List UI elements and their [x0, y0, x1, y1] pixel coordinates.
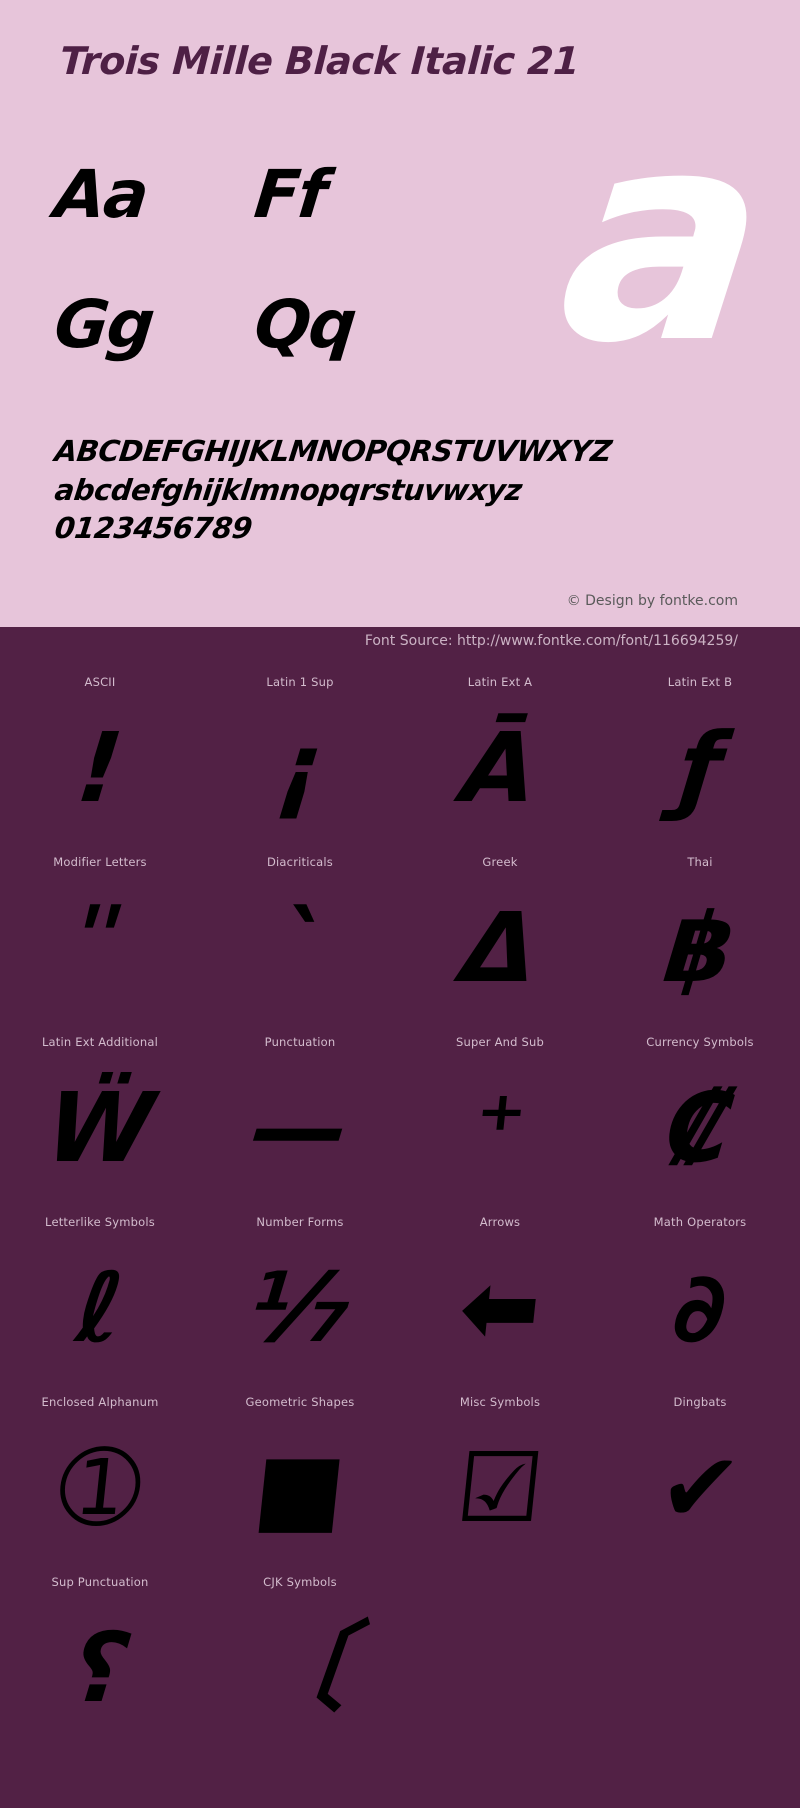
- letter-pair-grid: Aa Ff Gg Qq: [51, 156, 455, 420]
- unicode-block-cell: Latin Ext Additional Ẅ: [0, 1035, 200, 1215]
- unicode-block-label: Latin Ext A: [467, 675, 533, 689]
- unicode-block-glyph: ⁺: [468, 1072, 532, 1184]
- unicode-block-glyph: Ā: [456, 712, 544, 824]
- unicode-block-glyph: ƒ: [673, 712, 727, 824]
- unicode-block-label: CJK Symbols: [263, 1575, 337, 1589]
- watermark-glyph: a: [546, 70, 776, 407]
- font-source-link[interactable]: Font Source: http://www.fontke.com/font/…: [365, 633, 738, 649]
- alphabet-lowercase: abcdefghijklmnopqrstuvwxyz: [52, 472, 524, 507]
- unicode-block-label: Number Forms: [256, 1215, 344, 1229]
- unicode-block-cell: Math Operators ∂: [600, 1215, 800, 1395]
- unicode-block-glyph: ☑: [451, 1432, 549, 1544]
- unicode-block-cell: CJK Symbols 〔: [200, 1575, 400, 1755]
- unicode-block-glyph: —: [246, 1072, 354, 1184]
- unicode-block-glyph: ₡: [660, 1072, 740, 1184]
- unicode-block-label: Sup Punctuation: [51, 1575, 149, 1589]
- unicode-block-grid: ASCII! Latin 1 Sup ¡ Latin Ext A Ā Latin Ext …: [0, 661, 800, 1755]
- unicode-block-cell: Arrows ⬅: [400, 1215, 600, 1395]
- specimen-panel: Trois Mille Black Italic 21 Aa Ff Gg Qq …: [0, 0, 800, 627]
- letter-pair-ff: Ff: [250, 156, 329, 233]
- unicode-block-row: Modifier Letters ʺ Diacriticals ` Greek Δ Thai…: [0, 855, 800, 1035]
- unicode-block-label: Latin Ext Additional: [41, 1035, 159, 1049]
- unicode-block-label: Math Operators: [653, 1215, 747, 1229]
- design-credit: © Design by fontke.com: [566, 593, 738, 609]
- unicode-block-glyph: ℓ: [71, 1252, 129, 1364]
- unicode-block-label: Currency Symbols: [646, 1035, 754, 1049]
- unicode-block-label: Super And Sub: [456, 1035, 544, 1049]
- unicode-block-cell-empty: [400, 1575, 600, 1755]
- unicode-block-label: Greek: [482, 855, 518, 869]
- unicode-block-cell: Modifier Letters ʺ: [0, 855, 200, 1035]
- unicode-block-row: Sup Punctuation ⸮ CJK Symbols 〔: [0, 1575, 800, 1755]
- unicode-block-label: Punctuation: [264, 1035, 336, 1049]
- unicode-block-label: Misc Symbols: [459, 1395, 541, 1409]
- unicode-block-glyph: ⸮: [66, 1612, 134, 1724]
- unicode-block-glyph: ■: [248, 1432, 352, 1544]
- unicode-block-glyph: ʺ: [69, 892, 131, 1004]
- unicode-block-glyph: ∂: [668, 1252, 732, 1364]
- unicode-block-cell: Number Forms ⅐: [200, 1215, 400, 1395]
- letter-pair-qq: Qq: [250, 286, 359, 363]
- unicode-block-label: Enclosed Alphanum: [41, 1395, 159, 1409]
- unicode-block-glyph: 〔: [246, 1612, 354, 1724]
- unicode-block-cell: ASCII!: [0, 675, 200, 855]
- unicode-block-cell: Diacriticals `: [200, 855, 400, 1035]
- unicode-block-glyph: ➀: [53, 1432, 147, 1544]
- unicode-block-cell: Letterlike Symbols ℓ: [0, 1215, 200, 1395]
- unicode-block-cell: Super And Sub ⁺: [400, 1035, 600, 1215]
- font-title: Trois Mille Black Italic 21: [58, 39, 581, 83]
- alphabet-block: ABCDEFGHIJKLMNOPQRSTUVWXYZ abcdefghijklm…: [52, 432, 755, 548]
- letter-pair-aa: Aa: [50, 156, 151, 233]
- unicode-block-glyph: Ẅ: [41, 1072, 159, 1184]
- unicode-block-label: Diacriticals: [266, 855, 333, 869]
- unicode-block-label: Dingbats: [673, 1395, 727, 1409]
- unicode-block-row: Latin Ext Additional Ẅ Punctuation — Super A…: [0, 1035, 800, 1215]
- unicode-block-glyph: `: [270, 892, 330, 1004]
- unicode-block-label: Modifier Letters: [53, 855, 147, 869]
- unicode-block-label: Letterlike Symbols: [45, 1215, 155, 1229]
- letter-pair-row: Gg Qq: [51, 286, 455, 420]
- unicode-block-glyph: ⅐: [244, 1252, 356, 1364]
- unicode-block-glyph: ฿: [660, 892, 740, 1004]
- alphabet-uppercase: ABCDEFGHIJKLMNOPQRSTUVWXYZ: [52, 434, 614, 468]
- unicode-block-cell-empty: [600, 1575, 800, 1755]
- unicode-block-cell: Greek Δ: [400, 855, 600, 1035]
- unicode-block-cell: Currency Symbols ₡: [600, 1035, 800, 1215]
- unicode-block-cell: Latin 1 Sup ¡: [200, 675, 400, 855]
- unicode-block-label: Latin 1 Sup: [266, 675, 334, 689]
- unicode-block-label: ASCII: [84, 675, 116, 689]
- unicode-block-cell: Latin Ext A Ā: [400, 675, 600, 855]
- unicode-block-cell: Dingbats ✔: [600, 1395, 800, 1575]
- unicode-block-glyph: ¡: [272, 712, 328, 824]
- unicode-block-row: Letterlike Symbols ℓ Number Forms ⅐ Arrows ⬅ M…: [0, 1215, 800, 1395]
- unicode-block-label: Arrows: [479, 1215, 521, 1229]
- unicode-block-glyph: Δ: [456, 892, 544, 1004]
- unicode-block-glyph: ⬅: [453, 1252, 547, 1364]
- unicode-block-glyph: ✔: [653, 1432, 747, 1544]
- unicode-block-label: Geometric Shapes: [245, 1395, 355, 1409]
- unicode-block-label: Latin Ext B: [667, 675, 733, 689]
- alphabet-digits: 0123456789: [52, 511, 254, 546]
- unicode-block-cell: Punctuation —: [200, 1035, 400, 1215]
- font-source-bar: Font Source: http://www.fontke.com/font/…: [0, 627, 800, 661]
- unicode-block-cell: Enclosed Alphanum ➀: [0, 1395, 200, 1575]
- unicode-block-cell: Thai ฿: [600, 855, 800, 1035]
- unicode-block-cell: Geometric Shapes ■: [200, 1395, 400, 1575]
- unicode-block-glyph: !: [72, 712, 128, 824]
- letter-pair-gg: Gg: [50, 286, 157, 363]
- unicode-block-row: Enclosed Alphanum ➀ Geometric Shapes ■ Misc …: [0, 1395, 800, 1575]
- letter-pair-row: Aa Ff: [51, 156, 455, 290]
- unicode-block-cell: Misc Symbols ☑: [400, 1395, 600, 1575]
- unicode-block-cell: Latin Ext B ƒ: [600, 675, 800, 855]
- unicode-block-label: Thai: [687, 855, 713, 869]
- unicode-block-cell: Sup Punctuation ⸮: [0, 1575, 200, 1755]
- unicode-block-row: ASCII! Latin 1 Sup ¡ Latin Ext A Ā Latin Ext …: [0, 675, 800, 855]
